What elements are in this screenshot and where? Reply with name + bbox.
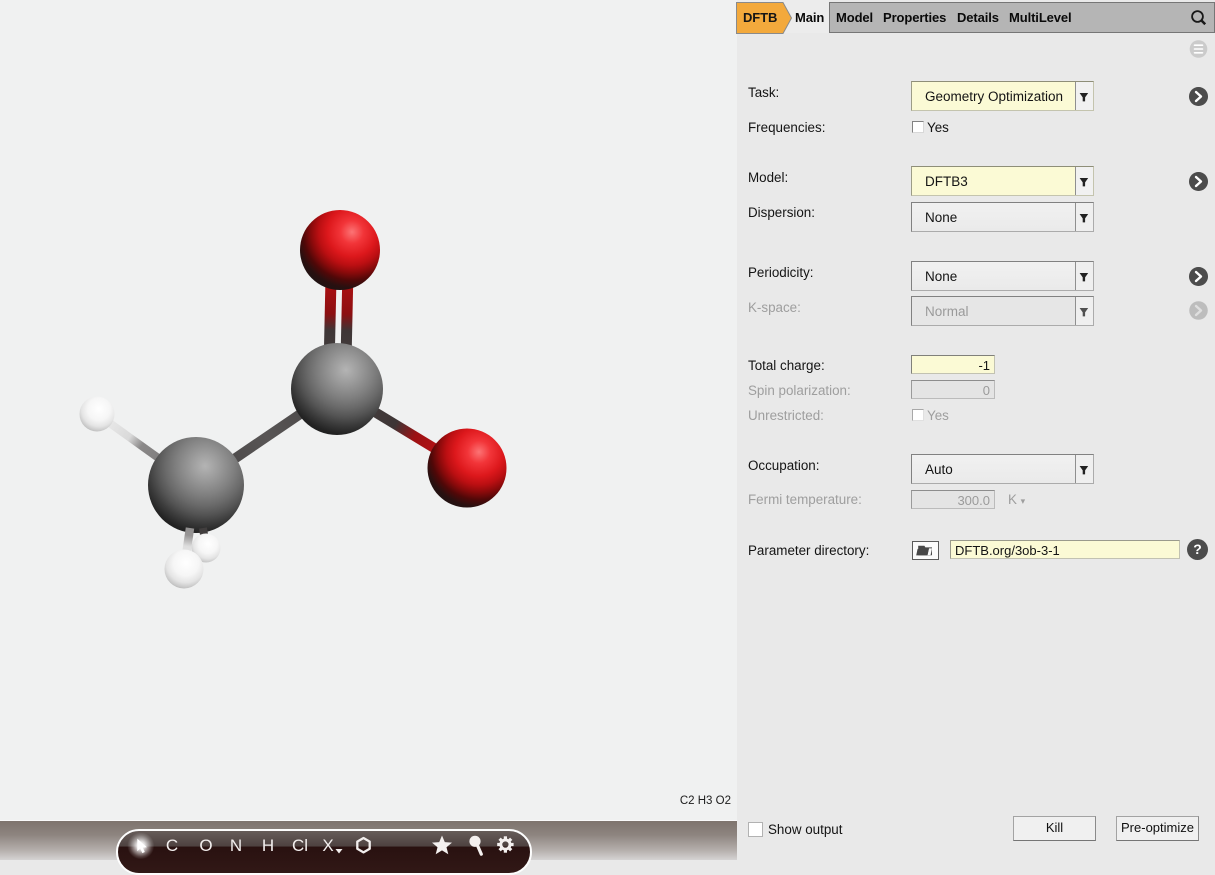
svg-text:Cl: Cl (292, 836, 308, 855)
svg-text:O: O (199, 836, 212, 855)
svg-text:C: C (166, 836, 178, 855)
svg-text:N: N (230, 836, 242, 855)
svg-text:H: H (262, 836, 274, 855)
svg-text:X: X (322, 836, 333, 855)
